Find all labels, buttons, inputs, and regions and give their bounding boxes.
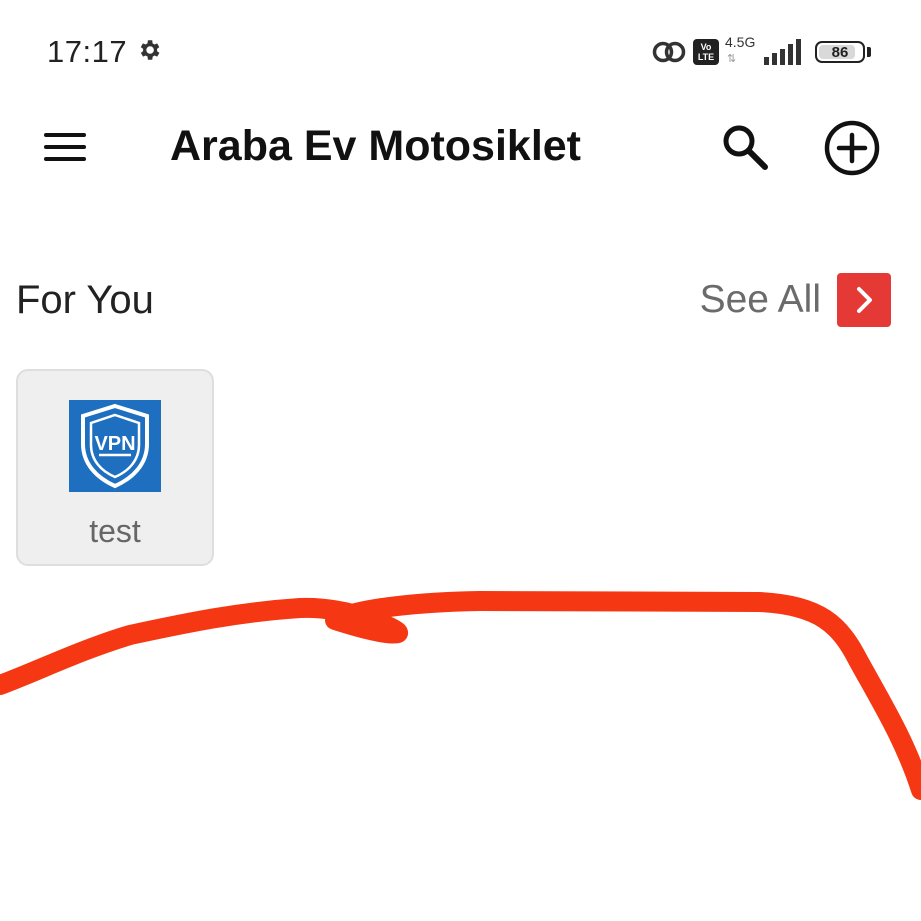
app-screen: 17:17 Vo LTE 4.5G ⇅ 86 Araba Ev Motosikl… bbox=[0, 0, 921, 921]
vpn-icon-text: VPN bbox=[94, 433, 135, 455]
battery-level: 86 bbox=[831, 43, 849, 61]
battery-icon: 86 bbox=[815, 41, 865, 63]
status-indicators: Vo LTE 4.5G ⇅ 86 bbox=[651, 32, 871, 72]
menu-icon bbox=[44, 133, 86, 161]
volte-label-bottom: LTE bbox=[697, 52, 715, 62]
loop-icon bbox=[652, 41, 686, 63]
section-title: For You bbox=[16, 278, 154, 322]
search-icon bbox=[723, 125, 768, 170]
battery-tip bbox=[867, 47, 871, 57]
volte-icon: Vo LTE bbox=[693, 39, 719, 65]
menu-button[interactable] bbox=[38, 124, 92, 170]
network-type-label: 4.5G bbox=[725, 34, 756, 50]
annotation-stroke-path bbox=[0, 591, 921, 800]
search-button[interactable] bbox=[716, 118, 774, 176]
add-button[interactable] bbox=[822, 118, 882, 178]
vpn-shield-graphic: VPN bbox=[81, 403, 149, 489]
app-card[interactable]: VPN test bbox=[16, 369, 214, 566]
status-time: 17:17 bbox=[47, 34, 128, 69]
see-all-arrow[interactable] bbox=[837, 273, 891, 327]
network-type: 4.5G ⇅ bbox=[725, 34, 761, 70]
page-title: Araba Ev Motosiklet bbox=[170, 122, 581, 170]
volte-label-top: Vo bbox=[700, 42, 712, 52]
chevron-right-icon bbox=[857, 287, 872, 313]
network-arrows-icon: ⇅ bbox=[727, 53, 737, 65]
add-circle-icon bbox=[824, 120, 880, 176]
app-name: test bbox=[89, 513, 141, 549]
vpn-shield-icon: VPN bbox=[69, 400, 161, 492]
see-all-label: See All bbox=[699, 278, 821, 321]
gear-icon bbox=[140, 40, 160, 60]
signal-icon bbox=[764, 39, 801, 65]
see-all-button[interactable]: See All bbox=[700, 273, 891, 327]
